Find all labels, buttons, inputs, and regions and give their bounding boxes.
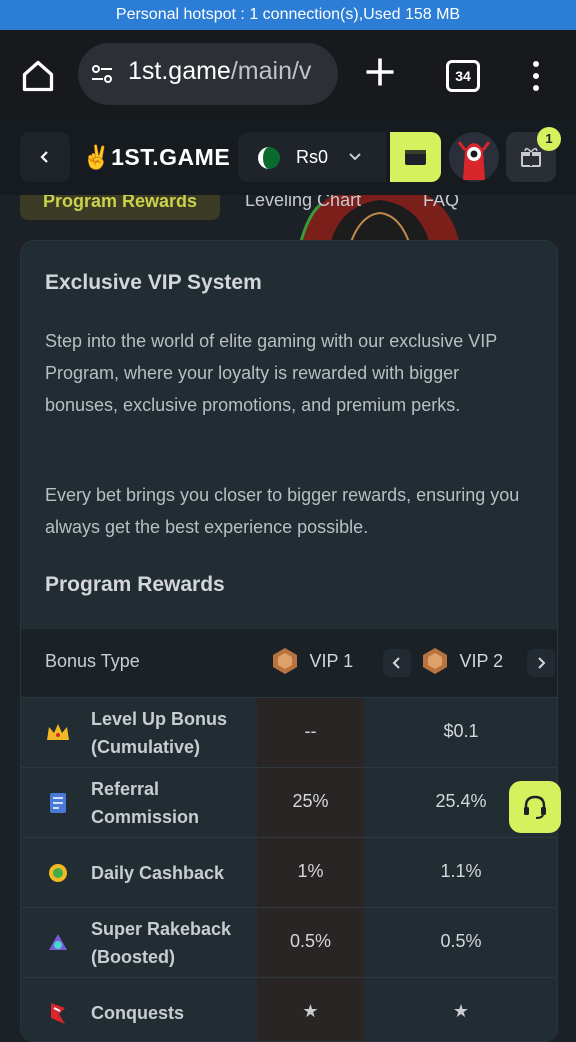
cashback-icon [49,864,67,882]
referral-icon [50,793,66,813]
row-label: Referral Commission [91,779,200,827]
crown-icon [47,724,69,740]
row-vip1-value: -- [304,721,317,741]
tab-faq[interactable]: FAQ [423,195,459,211]
conquests-icon [51,1003,65,1024]
status-bar-hotspot: Personal hotspot : 1 connection(s),Used … [0,0,576,30]
vip-prev-button[interactable] [383,649,411,677]
row-vip1-value: 25% [292,791,329,811]
url-path: /main/v [230,57,312,85]
support-chat-button[interactable] [509,781,561,833]
chevron-left-icon [40,151,48,163]
table-header: Bonus Type VIP 1 VIP 2 [21,629,557,697]
chevron-down-icon [349,153,361,161]
table-row: Level Up Bonus (Cumulative) -- $0.1 [21,697,557,768]
balance-amount: Rs0 [296,147,329,167]
home-icon[interactable] [20,58,56,94]
row-label: Level Up Bonus (Cumulative) [91,709,228,757]
site-header: ✌1ST.GAME Rs0 [0,120,576,195]
new-tab-icon[interactable] [362,54,398,90]
vip2-title: VIP 2 [421,647,503,675]
logo-hand-icon: ✌ [82,144,112,170]
row-label: Daily Cashback [91,863,225,883]
logo-text: 1ST.GAME [111,144,231,170]
row-vip2-value: $0.1 [443,721,479,741]
rakeback-icon [49,934,67,950]
wallet-button[interactable] [390,132,441,182]
vip2-badge-icon [423,648,447,674]
wallet-selector[interactable]: Rs0 [238,132,386,182]
header-vip1: VIP 1 [271,647,353,679]
header-bonus-type: Bonus Type [45,651,140,671]
row-vip2-value: 0.5% [440,931,482,951]
vip2-label: VIP 2 [459,650,504,671]
program-rewards-heading: Program Rewards [45,573,225,596]
header-vip2: VIP 2 [383,647,557,679]
row-vip1-value: 0.5% [289,931,332,951]
tab-leveling-chart[interactable]: Leveling Chart [245,195,361,211]
row-vip1-value: 1% [297,861,324,881]
gift-notification-badge: 1 [537,127,561,151]
table-row: Conquests ★ ★ [21,977,557,1041]
vip-info-card: Exclusive VIP System Step into the world… [20,240,558,1042]
row-vip2-star: ★ [452,1001,470,1021]
chevron-left-icon [392,657,400,669]
browser-toolbar: 1st.game/main/v 34 [0,30,576,120]
site-settings-icon[interactable] [90,62,114,86]
site-logo[interactable]: ✌1ST.GAME [82,144,230,171]
address-bar[interactable]: 1st.game/main/v [78,43,338,105]
vip1-badge-icon [273,648,297,674]
rewards-paragraph: Every bet brings you closer to bigger re… [45,485,520,537]
row-vip2-value: 1.1% [440,861,482,881]
url-text: 1st.game/main/v [128,57,328,86]
tab-program-rewards[interactable]: Program Rewards [20,195,220,220]
table-row: Super Rakeback (Boosted) 0.5% 0.5% [21,907,557,978]
avatar-mascot-icon [457,141,491,180]
more-menu-icon[interactable] [526,58,546,94]
intro-paragraph: Step into the world of elite gaming with… [45,331,497,415]
avatar[interactable] [449,132,499,182]
url-host: 1st.game [128,57,231,85]
headset-icon [524,795,546,819]
table-row: Daily Cashback 1% 1.1% [21,837,557,908]
table-row: Referral Commission 25% 25.4% [21,767,557,838]
card-title: Exclusive VIP System [45,271,262,294]
gift-icon [521,147,541,167]
row-label: Super Rakeback (Boosted) [91,919,232,967]
reward-tabs: Program Rewards Leveling Chart FAQ [0,195,576,245]
chevron-right-icon [538,657,546,669]
back-button[interactable] [20,132,70,182]
vip-next-button[interactable] [527,649,555,677]
pakistan-flag-icon [258,147,280,169]
vip1-label: VIP 1 [309,650,354,671]
wallet-icon [405,150,426,165]
row-vip1-star: ★ [302,1001,319,1021]
row-label: Conquests [91,1003,185,1023]
tab-count-button[interactable]: 34 [446,60,480,92]
